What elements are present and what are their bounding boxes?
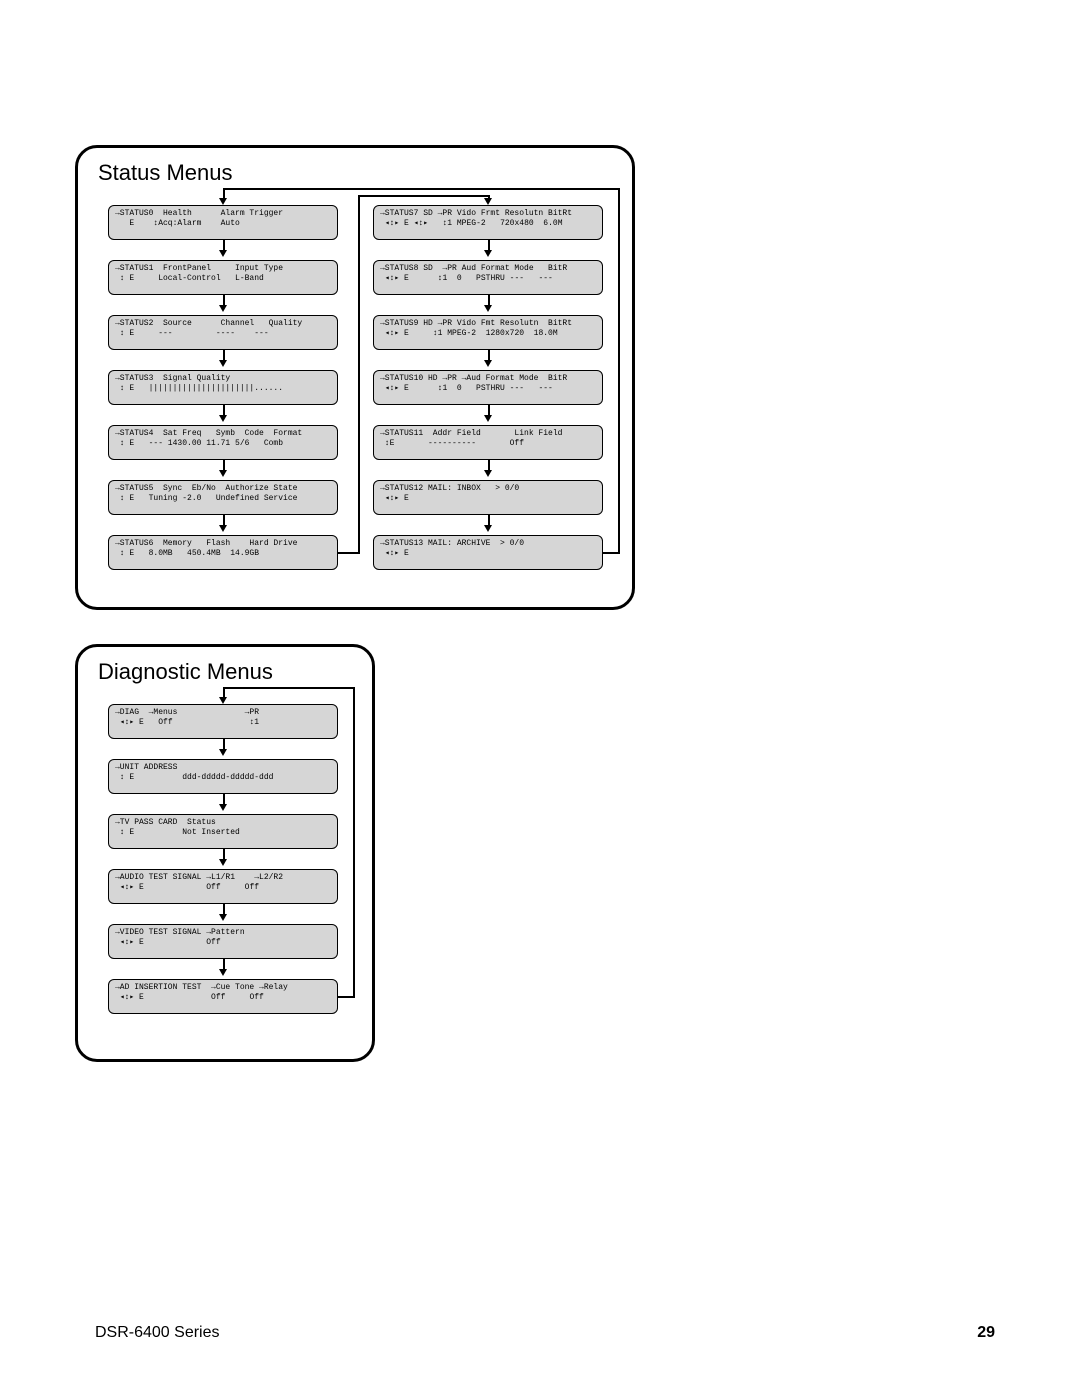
status5-line2: ↕ E Tuning -2.0 Undefined Service [115,494,297,503]
footer-model: DSR-6400 Series [95,1324,220,1342]
flow-arrow [358,195,360,554]
arrow-down-icon [219,415,227,422]
arrow-down-icon [219,969,227,976]
arrow-down-icon [484,415,492,422]
arrow-down-icon [219,914,227,921]
diag-line1: →DIAG →Menus →PR [115,708,259,717]
arrow-down-icon [484,470,492,477]
status1-line1: →STATUS1 FrontPanel Input Type [115,264,283,273]
tv-pass-card-box: →TV PASS CARD Status ↕ E Not Inserted [108,814,338,849]
flow-arrow [225,687,353,689]
status-menus-title: Status Menus [98,160,233,186]
flow-arrow [225,188,618,190]
footer-page-number: 29 [977,1324,995,1342]
status11-line2: ↕E ---------- Off [380,439,524,448]
status4-line2: ↕ E --- 1430.00 11.71 5/6 Comb [115,439,283,448]
arrow-down-icon [219,697,227,704]
video-test-box: →VIDEO TEST SIGNAL →Pattern ◂↕▸ E Off [108,924,338,959]
status11-line1: →STATUS11 Addr Field Link Field [380,429,562,438]
arrow-down-icon [219,525,227,532]
arrow-down-icon [219,250,227,257]
arrow-down-icon [219,470,227,477]
video-test-line1: →VIDEO TEST SIGNAL →Pattern [115,928,245,937]
status9-box: →STATUS9 HD →PR Vido Fmt Resolutn BitRt … [373,315,603,350]
flow-arrow [338,552,358,554]
arrow-down-icon [219,749,227,756]
status12-line1: →STATUS12 MAIL: INBOX > 0/0 [380,484,519,493]
status13-box: →STATUS13 MAIL: ARCHIVE > 0/0 ◂↕▸ E [373,535,603,570]
diagnostic-menus-title: Diagnostic Menus [98,659,273,685]
arrow-down-icon [219,360,227,367]
status6-box: →STATUS6 Memory Flash Hard Drive ↕ E 8.0… [108,535,338,570]
arrow-down-icon [484,305,492,312]
status7-line1: →STATUS7 SD →PR Vido Frmt Resolutn BitRt [380,209,572,218]
status9-line1: →STATUS9 HD →PR Vido Fmt Resolutn BitRt [380,319,572,328]
status10-line2: ◂↕▸ E ↕1 0 PSTHRU --- --- [380,384,553,393]
ad-insertion-box: →AD INSERTION TEST →Cue Tone →Relay ◂↕▸ … [108,979,338,1014]
flow-arrow [338,996,353,998]
arrow-down-icon [484,198,492,205]
unit-address-line1: →UNIT ADDRESS [115,763,177,772]
arrow-down-icon [219,804,227,811]
tv-pass-card-line2: ↕ E Not Inserted [115,828,240,837]
status7-box: →STATUS7 SD →PR Vido Frmt Resolutn BitRt… [373,205,603,240]
status5-line1: →STATUS5 Sync Eb/No Authorize State [115,484,297,493]
status1-line2: ↕ E Local-Control L-Band [115,274,264,283]
audio-test-line2: ◂↕▸ E Off Off [115,883,259,892]
arrow-down-icon [219,198,227,205]
status6-line1: →STATUS6 Memory Flash Hard Drive [115,539,297,548]
diag-line2: ◂↕▸ E Off ↕1 [115,718,259,727]
page-footer: DSR-6400 Series 29 [95,1324,995,1342]
status9-line2: ◂↕▸ E ↕1 MPEG-2 1280x720 18.0M [380,329,558,338]
diag-box: →DIAG →Menus →PR ◂↕▸ E Off ↕1 [108,704,338,739]
diagnostic-menus-panel: Diagnostic Menus →DIAG →Menus →PR ◂↕▸ E … [75,644,375,1062]
status12-box: →STATUS12 MAIL: INBOX > 0/0 ◂↕▸ E [373,480,603,515]
status3-box: →STATUS3 Signal Quality ↕ E ||||||||||||… [108,370,338,405]
audio-test-line1: →AUDIO TEST SIGNAL →L1/R1 →L2/R2 [115,873,283,882]
status6-line2: ↕ E 8.0MB 450.4MB 14.9GB [115,549,259,558]
status5-box: →STATUS5 Sync Eb/No Authorize State ↕ E … [108,480,338,515]
arrow-down-icon [484,250,492,257]
tv-pass-card-line1: →TV PASS CARD Status [115,818,216,827]
status0-line1: →STATUS0 Health Alarm Trigger [115,209,283,218]
ad-insertion-line1: →AD INSERTION TEST →Cue Tone →Relay [115,983,288,992]
status3-line2: ↕ E ||||||||||||||||||||||...... [115,384,283,393]
status7-line2: ◂↕▸ E ◂↕▸ ↕1 MPEG-2 720x480 6.0M [380,219,563,228]
video-test-line2: ◂↕▸ E Off [115,938,221,947]
unit-address-line2: ↕ E ddd-ddddd-ddddd-ddd [115,773,273,782]
unit-address-box: →UNIT ADDRESS ↕ E ddd-ddddd-ddddd-ddd [108,759,338,794]
status2-line1: →STATUS2 Source Channel Quality [115,319,302,328]
arrow-down-icon [484,525,492,532]
status4-line1: →STATUS4 Sat Freq Symb Code Format [115,429,302,438]
status11-box: →STATUS11 Addr Field Link Field ↕E -----… [373,425,603,460]
arrow-down-icon [219,859,227,866]
status8-line2: ◂↕▸ E ↕1 0 PSTHRU --- --- [380,274,553,283]
status8-box: →STATUS8 SD →PR Aud Format Mode BitR ◂↕▸… [373,260,603,295]
status13-line2: ◂↕▸ E [380,549,409,558]
status10-line1: →STATUS10 HD →PR →Aud Format Mode BitR [380,374,567,383]
flow-arrow [603,552,618,554]
status13-line1: →STATUS13 MAIL: ARCHIVE > 0/0 [380,539,524,548]
status0-line2: E ↕Acq:Alarm Auto [115,219,240,228]
arrow-down-icon [484,360,492,367]
arrow-down-icon [219,305,227,312]
flow-arrow [358,195,488,197]
status0-box: →STATUS0 Health Alarm Trigger E ↕Acq:Ala… [108,205,338,240]
status2-box: →STATUS2 Source Channel Quality ↕ E --- … [108,315,338,350]
status12-line2: ◂↕▸ E [380,494,409,503]
status3-line1: →STATUS3 Signal Quality [115,374,230,383]
ad-insertion-line2: ◂↕▸ E Off Off [115,993,264,1002]
flow-arrow [353,687,355,998]
audio-test-box: →AUDIO TEST SIGNAL →L1/R1 →L2/R2 ◂↕▸ E O… [108,869,338,904]
flow-arrow [618,188,620,554]
status2-line2: ↕ E --- ---- --- [115,329,269,338]
status1-box: →STATUS1 FrontPanel Input Type ↕ E Local… [108,260,338,295]
status8-line1: →STATUS8 SD →PR Aud Format Mode BitR [380,264,567,273]
status10-box: →STATUS10 HD →PR →Aud Format Mode BitR ◂… [373,370,603,405]
status4-box: →STATUS4 Sat Freq Symb Code Format ↕ E -… [108,425,338,460]
status-menus-panel: Status Menus →STATUS0 Health Alarm Trigg… [75,145,635,610]
